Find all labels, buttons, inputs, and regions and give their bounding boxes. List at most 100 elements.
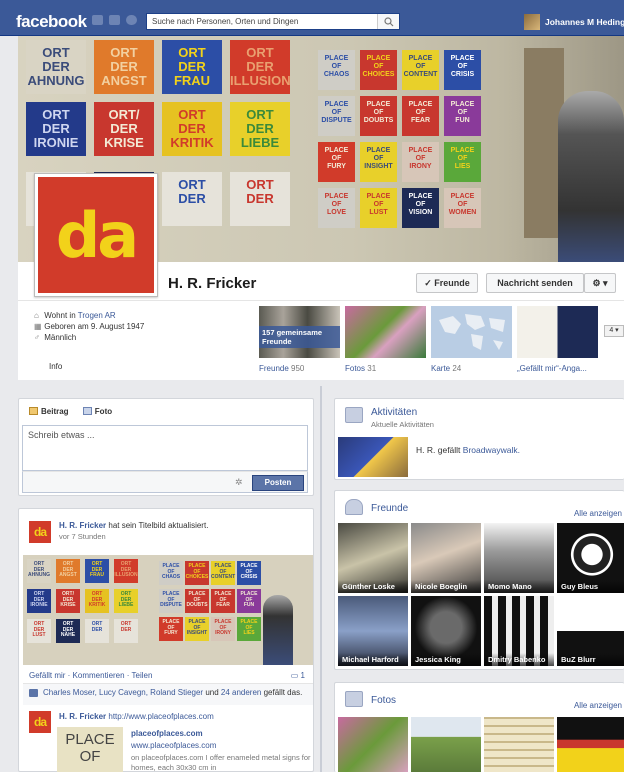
activity-image[interactable] xyxy=(338,437,408,477)
sign: PLACE OF WOMEN xyxy=(444,188,481,228)
info-lives-place-link[interactable]: Trogen AR xyxy=(78,311,116,320)
link-preview-description: on placeofplaces.com I offer enameled me… xyxy=(131,753,311,772)
comment-icon: ▭ xyxy=(290,671,301,680)
photos-thumbnail[interactable] xyxy=(345,306,426,358)
mutual-friends-overlay: 157 gemeinsame Freunde xyxy=(259,326,340,348)
tab-post-label: Beitrag xyxy=(41,407,69,416)
link-preview-image: PLACE OF xyxy=(57,727,123,772)
tab-photo[interactable]: Foto xyxy=(82,407,113,416)
tab-post[interactable]: Beitrag xyxy=(29,407,69,416)
tab-map[interactable]: Karte 24 xyxy=(431,364,461,373)
top-bar: facebook Suche nach Personen, Orten und … xyxy=(0,0,624,36)
friend-tile[interactable]: Momo Mano xyxy=(484,523,554,593)
post2-author-avatar[interactable]: da xyxy=(29,711,51,733)
info-gender: ♂ Männlich xyxy=(34,333,76,342)
user-avatar xyxy=(524,14,540,30)
friends-title[interactable]: Freunde xyxy=(371,503,408,514)
photos-icon xyxy=(345,691,363,707)
tab-photo-label: Foto xyxy=(94,407,113,416)
tab-likes[interactable]: „Gefällt mir“-Anga... xyxy=(517,364,587,373)
facebook-logo[interactable]: facebook xyxy=(16,12,87,32)
tab-info[interactable]: Info xyxy=(49,362,62,371)
friend-tile[interactable]: Jessica King xyxy=(411,596,481,666)
tab-photos[interactable]: Fotos 31 xyxy=(345,364,376,373)
photo-thumbnail[interactable] xyxy=(411,717,481,772)
friend-tile[interactable]: Dmitry Babenko xyxy=(484,596,554,666)
photos-title[interactable]: Fotos xyxy=(371,695,396,706)
link-preview-url[interactable]: www.placeofplaces.com xyxy=(131,741,216,750)
friends-icon xyxy=(345,499,363,515)
sign: PLACE OF DISPUTE xyxy=(318,96,355,136)
friends-thumbnail[interactable]: 157 gemeinsame Freunde xyxy=(259,306,340,358)
other-likers-link[interactable]: 24 anderen xyxy=(221,688,261,697)
author-avatar[interactable]: da xyxy=(29,521,51,543)
sign: PLACE OF LIES xyxy=(237,617,261,641)
comment-count[interactable]: ▭ 1 xyxy=(291,671,305,680)
activity-object-link[interactable]: Broadwaywalk. xyxy=(463,445,520,455)
user-profile-link[interactable]: Johannes M Hedinger xyxy=(524,14,624,32)
timeline-spine xyxy=(320,386,322,772)
link-preview[interactable]: PLACE OF placeofplaces.com www.placeofpl… xyxy=(57,727,313,772)
photos-see-all[interactable]: Alle anzeigen xyxy=(574,701,622,710)
sign: ORT DER IRONIE xyxy=(26,102,86,156)
composer-input[interactable]: Schreib etwas ... xyxy=(22,425,308,471)
friends-see-all[interactable]: Alle anzeigen xyxy=(574,509,622,518)
sign: ORT DER LIEBE xyxy=(230,102,290,156)
sign: PLACE OF DISPUTE xyxy=(159,589,183,613)
send-message-button[interactable]: Nachricht senden xyxy=(486,273,584,293)
notifications-icon[interactable] xyxy=(126,15,137,25)
link-preview-title[interactable]: placeofplaces.com xyxy=(131,729,203,738)
likers-link[interactable]: Charles Moser, Lucy Cavegn, Roland Stieg… xyxy=(43,688,203,697)
sign: PLACE OF CHOICES xyxy=(360,50,397,90)
post2-url-link[interactable]: http://www.placeofplaces.com xyxy=(108,712,213,721)
tab-friends[interactable]: Freunde 950 xyxy=(259,364,304,373)
story-image-person xyxy=(263,595,293,665)
story-headline: H. R. Fricker hat sein Titelbild aktuali… xyxy=(59,521,208,530)
messages-icon[interactable] xyxy=(109,15,120,25)
photo-thumbnail[interactable] xyxy=(557,717,624,772)
profile-picture[interactable]: da xyxy=(34,173,158,297)
sign: PLACE OF CONTENT xyxy=(402,50,439,90)
friend-tile[interactable]: Michael Harford xyxy=(338,596,408,666)
search-input[interactable]: Suche nach Personen, Orten und Dingen xyxy=(146,13,400,30)
more-tabs-button[interactable]: 4 ▾ xyxy=(604,325,624,337)
search-button[interactable] xyxy=(377,14,399,29)
info-born-text: Geboren am 9. August 1947 xyxy=(44,322,145,331)
activities-icon xyxy=(345,407,363,423)
user-name: Johannes M Hedinger xyxy=(545,17,624,27)
friend-tile[interactable]: Günther Loske xyxy=(338,523,408,593)
sign: PLACE OF FEAR xyxy=(402,96,439,136)
post2-author-link[interactable]: H. R. Fricker xyxy=(59,712,106,721)
story-timestamp[interactable]: vor 7 Stunden xyxy=(59,532,106,541)
sign: ORT DER KRITIK xyxy=(85,589,109,613)
profile-picture-text: da xyxy=(55,199,139,272)
sign: ORTDERLUST xyxy=(27,619,51,643)
activities-card: Aktivitäten Aktuelle Aktivitäten H. R. g… xyxy=(334,398,624,480)
post-button[interactable]: Posten xyxy=(252,475,304,491)
tab-photos-label: Fotos xyxy=(345,364,366,373)
sign: PLACE OF DOUBTS xyxy=(360,96,397,136)
friend-name: Momo Mano xyxy=(484,580,554,593)
sign: PLACE OF IRONY xyxy=(211,617,235,641)
sign: ORT DER xyxy=(162,172,222,226)
cover-person xyxy=(558,91,624,262)
story-author-link[interactable]: H. R. Fricker xyxy=(59,521,106,530)
map-thumbnail[interactable] xyxy=(431,306,512,358)
story-actions[interactable]: Gefällt mir · Kommentieren · Teilen xyxy=(29,671,152,680)
profile-name[interactable]: H. R. Fricker xyxy=(168,275,256,292)
tab-friends-label: Freunde xyxy=(259,364,289,373)
activities-title[interactable]: Aktivitäten xyxy=(371,407,417,418)
sign: ORT/DER KRISE xyxy=(56,589,80,613)
likes-thumbnail[interactable] xyxy=(517,306,598,358)
friend-name: Jessica King xyxy=(411,653,481,666)
friend-tile[interactable]: BuZ Blurr xyxy=(557,596,624,666)
story-image[interactable]: ORT DER AHNUNG ORT DER ANGST ORT DER FRAU ORT DER I… xyxy=(23,555,313,665)
friend-tile[interactable]: Guy Bleus xyxy=(557,523,624,593)
photo-thumbnail[interactable] xyxy=(338,717,408,772)
photo-thumbnail[interactable] xyxy=(484,717,554,772)
privacy-gear-icon[interactable]: ✲ xyxy=(235,477,243,488)
friends-button[interactable]: ✓ Freunde xyxy=(416,273,478,293)
friend-requests-icon[interactable] xyxy=(92,15,103,25)
friend-tile[interactable]: Nicole Boeglin xyxy=(411,523,481,593)
gear-menu-button[interactable]: ⚙ ▾ xyxy=(584,273,616,293)
